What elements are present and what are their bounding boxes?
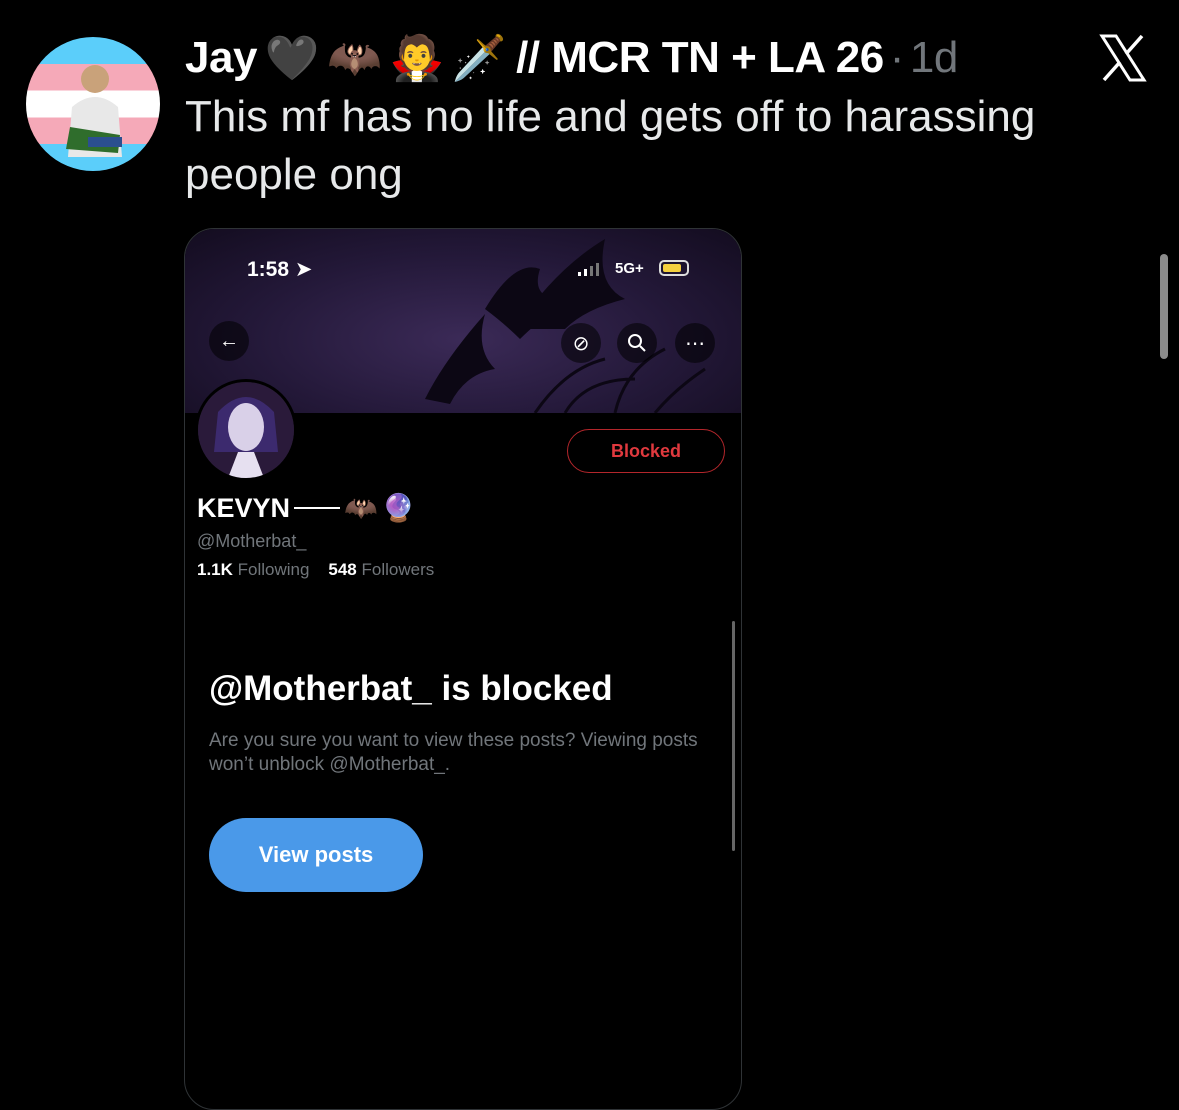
author-avatar[interactable]: [26, 37, 160, 171]
status-time-text: 1:58: [247, 258, 290, 281]
following-label[interactable]: Following: [238, 560, 310, 579]
status-time: 1:58 ➤: [247, 258, 313, 281]
blocked-button[interactable]: Blocked: [567, 429, 725, 473]
close-x-icon[interactable]: [1098, 33, 1148, 83]
author-emoji: 🖤: [264, 34, 320, 83]
name-emoji: 🔮: [381, 493, 416, 523]
inner-scrollbar: [732, 621, 735, 851]
more-icon[interactable]: ⋯: [675, 323, 715, 363]
blocked-notice-subtitle: Are you sure you want to view these post…: [209, 730, 698, 775]
tweet-text: This mf has no life and gets off to hara…: [185, 92, 1036, 199]
author-name[interactable]: Jay: [185, 33, 257, 83]
following-count[interactable]: 1.1K: [197, 560, 233, 579]
followers-count[interactable]: 548: [328, 560, 356, 579]
blocked-notice-title: @Motherbat_ is blocked: [209, 669, 613, 708]
separator-dot: ·: [889, 33, 905, 82]
scrollbar[interactable]: [1160, 254, 1168, 359]
battery-icon: [659, 260, 689, 276]
profile-avatar[interactable]: [195, 379, 297, 481]
attached-screenshot[interactable]: 1:58 ➤ 5G+ ← ⊘ ⋯ Blocked KEVYN 🦇 🔮 @Moth…: [184, 228, 742, 1110]
avatar-photo: [66, 65, 122, 157]
name-emoji: 🦇: [344, 493, 378, 523]
network-type: 5G+: [615, 260, 644, 277]
tweet-header: Jay 🖤 🦇 🧛 🗡️ // MCR TN + LA 26 · 1d: [185, 28, 958, 88]
author-name-suffix: // MCR TN + LA 26: [516, 33, 884, 82]
profile-stats: 1.1K Following 548 Followers: [197, 560, 434, 580]
author-emoji: 🧛: [389, 34, 445, 83]
name-dash: [294, 507, 341, 509]
avatar-art: [198, 382, 294, 478]
search-icon[interactable]: [617, 323, 657, 363]
profile-name: KEVYN 🦇 🔮: [197, 492, 415, 524]
author-emoji: 🗡️: [451, 34, 507, 83]
back-arrow-icon[interactable]: ←: [209, 321, 249, 361]
hide-icon[interactable]: ⊘: [561, 323, 601, 363]
author-emoji: 🦇: [327, 34, 382, 83]
tweet-age[interactable]: 1d: [910, 33, 958, 83]
view-posts-button[interactable]: View posts: [209, 818, 423, 892]
profile-handle: @Motherbat_: [197, 531, 307, 551]
profile-name-text: KEVYN: [197, 492, 291, 523]
signal-icon: [578, 263, 599, 276]
followers-label[interactable]: Followers: [361, 560, 434, 579]
